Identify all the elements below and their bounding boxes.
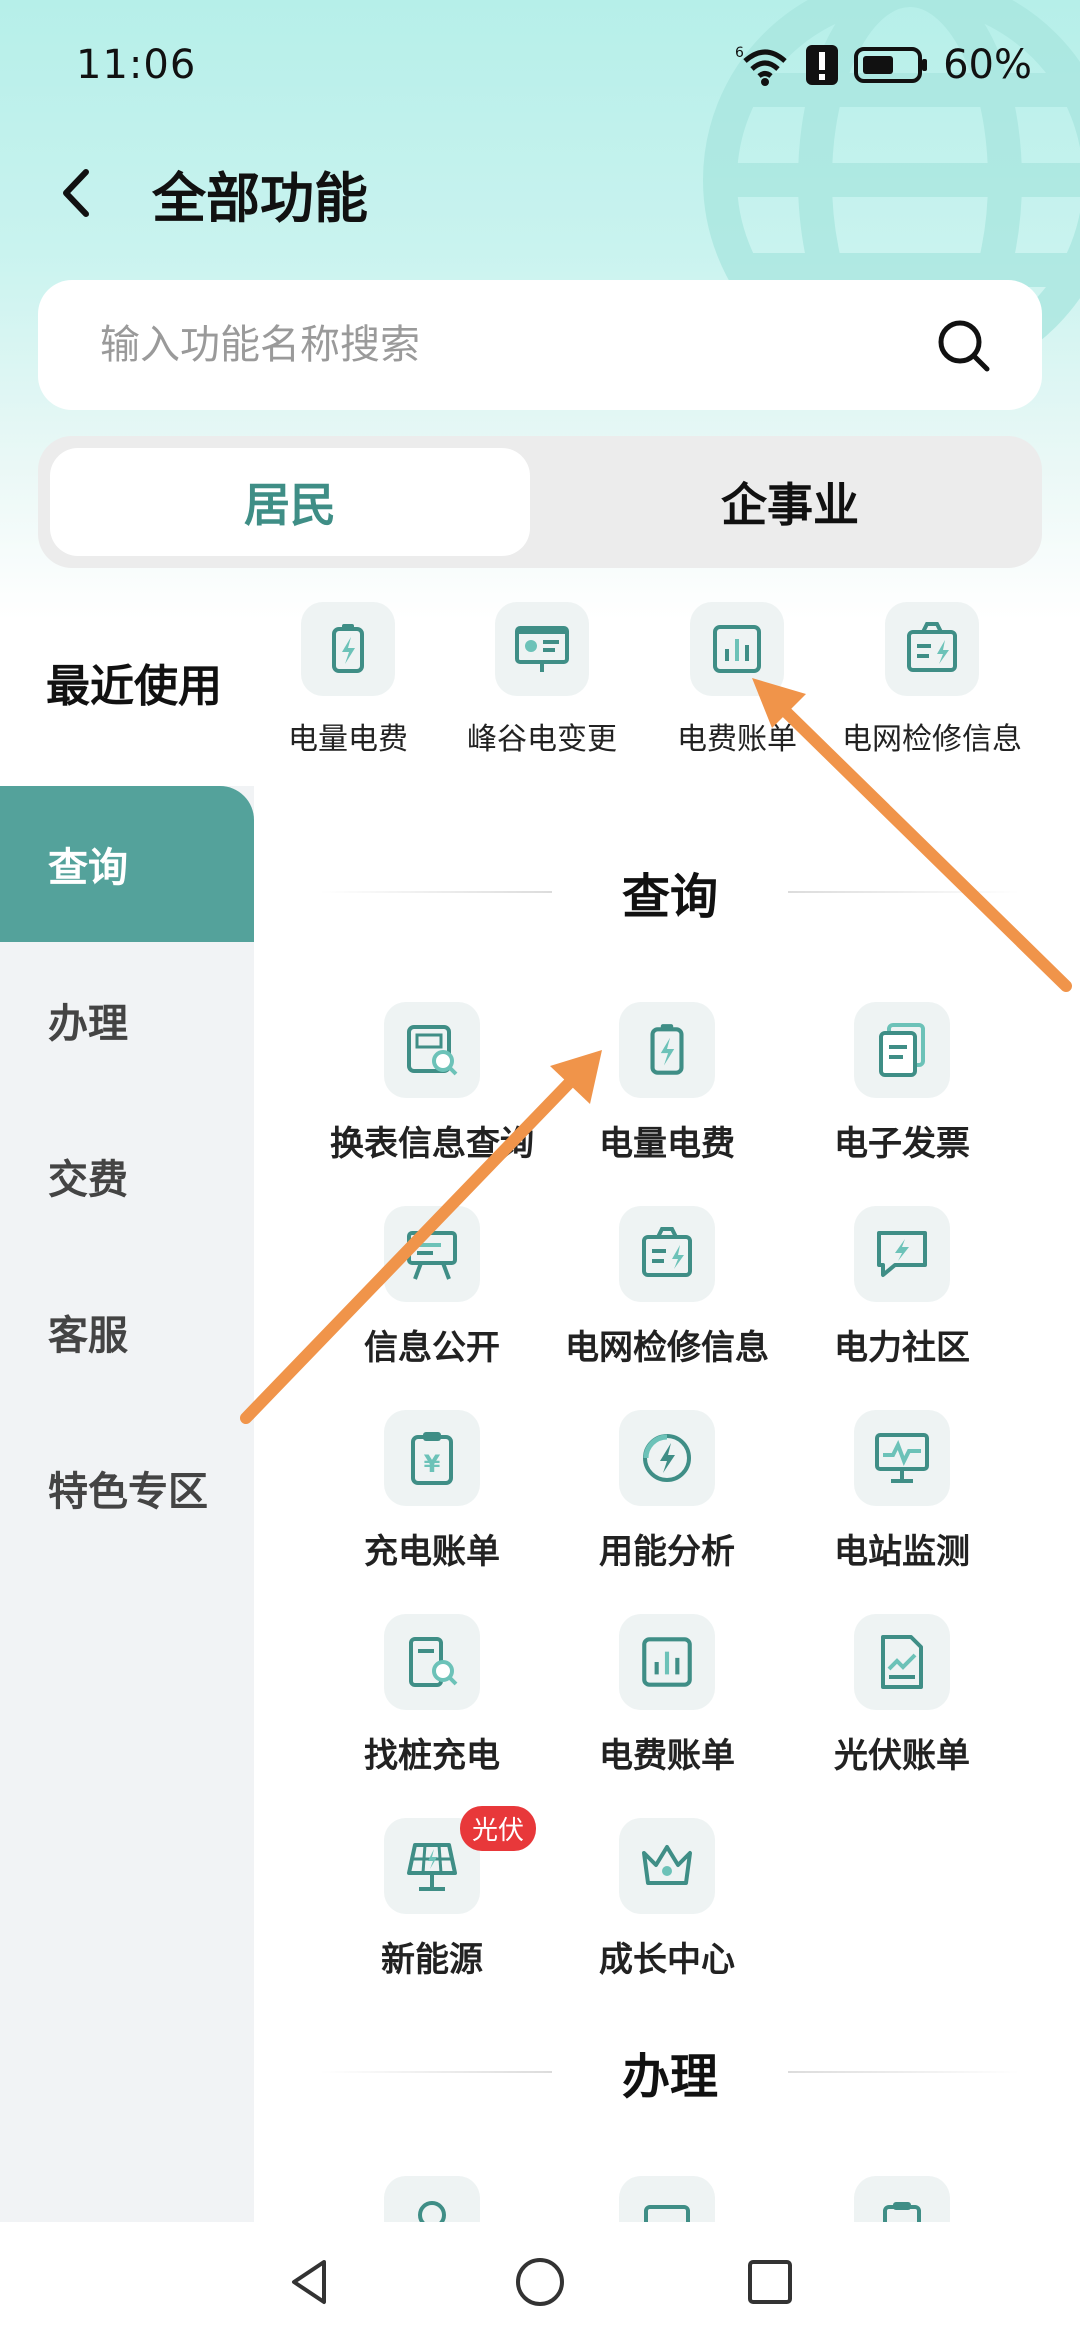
function-item-meter-change-query[interactable]: 换表信息查询 xyxy=(314,1002,550,1165)
function-label: 换表信息查询 xyxy=(330,1124,534,1164)
presentation-board-icon xyxy=(495,602,589,696)
recent-item-label: 电网检修信息 xyxy=(842,722,1022,757)
function-item-e-invoice[interactable]: 电子发票 xyxy=(784,1002,1020,1165)
function-label: 用能分析 xyxy=(599,1532,735,1572)
function-item-pv-bill[interactable]: 光伏账单 xyxy=(784,1614,1020,1777)
function-item-power-community[interactable]: 电力社区 xyxy=(784,1206,1020,1369)
function-item-electricity-bill[interactable]: 电费账单 xyxy=(549,1614,785,1777)
crown-icon xyxy=(619,1818,715,1914)
page-title: 全部功能 xyxy=(152,167,368,230)
sidebar-item-service[interactable]: 客服 xyxy=(0,1254,254,1410)
user-type-switch: 居民 企事业 xyxy=(38,436,1042,568)
recent-item-grid-maintenance[interactable]: 电网检修信息 xyxy=(832,602,1032,758)
section-title: 查询 xyxy=(622,869,719,925)
search-input[interactable] xyxy=(100,280,900,410)
tab-enterprise[interactable]: 企事业 xyxy=(550,448,1030,556)
sidebar-item-handle[interactable]: 办理 xyxy=(0,942,254,1098)
recent-item-label: 电量电费 xyxy=(288,722,408,757)
gauge-bolt-icon xyxy=(619,1410,715,1506)
recent-title: 最近使用 xyxy=(46,661,222,712)
system-nav-bar xyxy=(0,2222,1080,2338)
pv-badge: 光伏 xyxy=(460,1806,537,1851)
status-bar: 11:06 6 60% xyxy=(0,0,1080,140)
sidebar-item-query[interactable]: 查询 xyxy=(0,786,254,942)
tab-resident[interactable]: 居民 xyxy=(50,448,530,556)
alert-icon xyxy=(806,45,839,85)
function-item-new-energy[interactable]: 光伏 新能源 xyxy=(314,1806,550,1981)
function-item-grid-maintenance[interactable]: 电网检修信息 xyxy=(549,1206,785,1369)
nav-home-icon[interactable] xyxy=(510,2252,570,2312)
recent-section: 最近使用 电量电费 峰谷电变更 电费账单 电网检修信息 xyxy=(0,592,1080,782)
battery-icon xyxy=(854,47,928,83)
sidebar-item-featured[interactable]: 特色专区 xyxy=(0,1410,254,1566)
wifi-icon: 6 xyxy=(735,45,787,86)
nav-back-icon[interactable] xyxy=(280,2252,340,2312)
category-sidebar: 查询 办理 交费 客服 特色专区 xyxy=(0,786,254,2222)
function-label: 找桩充电 xyxy=(364,1736,500,1776)
function-label: 新能源 xyxy=(381,1940,483,1980)
back-arrow-icon[interactable] xyxy=(48,158,108,228)
maintenance-icon xyxy=(885,602,979,696)
solar-panel-icon: 光伏 xyxy=(384,1806,537,1914)
function-item-energy-analysis[interactable]: 用能分析 xyxy=(549,1410,785,1573)
recent-item-peak-valley-change[interactable]: 峰谷电变更 xyxy=(442,602,642,758)
function-item-info-disclosure[interactable]: 信息公开 xyxy=(314,1206,550,1369)
battery-bolt-icon xyxy=(619,1002,715,1098)
function-label: 电量电费 xyxy=(599,1124,735,1164)
bar-chart-icon xyxy=(619,1614,715,1710)
divider xyxy=(320,891,552,893)
recent-item-label: 电费账单 xyxy=(677,722,797,757)
section-header-query: 查询 xyxy=(320,852,1021,932)
function-label: 电网检修信息 xyxy=(565,1328,769,1368)
status-icons: 6 60% xyxy=(735,42,1032,88)
search-bar[interactable] xyxy=(38,280,1042,410)
search-icon[interactable] xyxy=(934,316,994,376)
function-label: 电费账单 xyxy=(599,1736,735,1776)
bar-chart-icon xyxy=(690,602,784,696)
sidebar-item-payment[interactable]: 交费 xyxy=(0,1098,254,1254)
recent-item-bill[interactable]: 电费账单 xyxy=(637,602,837,758)
function-label: 电子发票 xyxy=(834,1124,970,1164)
function-item-electricity-fee[interactable]: 电量电费 xyxy=(549,1002,785,1165)
divider xyxy=(788,891,1021,893)
function-item-growth-center[interactable]: 成长中心 xyxy=(549,1818,785,1981)
invoice-icon xyxy=(854,1002,950,1098)
meter-search-icon xyxy=(384,1002,480,1098)
function-item-station-monitoring[interactable]: 电站监测 xyxy=(784,1410,1020,1573)
recent-item-electricity-fee[interactable]: 电量电费 xyxy=(248,602,448,758)
maintenance-icon xyxy=(619,1206,715,1302)
chat-bolt-icon xyxy=(854,1206,950,1302)
section-header-handle: 办理 xyxy=(320,2032,1021,2112)
svg-text:6: 6 xyxy=(735,45,744,61)
easel-icon xyxy=(384,1206,480,1302)
top-nav: 全部功能 xyxy=(0,140,1080,250)
nav-recents-icon[interactable] xyxy=(740,2252,800,2312)
battery-bolt-icon xyxy=(301,602,395,696)
function-label: 电站监测 xyxy=(834,1532,970,1572)
charger-search-icon xyxy=(384,1614,480,1710)
status-time: 11:06 xyxy=(76,42,197,88)
function-item-find-charger[interactable]: 找桩充电 xyxy=(314,1614,550,1777)
function-item-charging-bill[interactable]: ¥ 充电账单 xyxy=(314,1410,550,1573)
pv-document-icon xyxy=(854,1614,950,1710)
function-label: 光伏账单 xyxy=(834,1736,970,1776)
function-label: 充电账单 xyxy=(364,1532,500,1572)
divider xyxy=(320,2071,552,2073)
monitor-icon xyxy=(854,1410,950,1506)
battery-percent: 60% xyxy=(943,42,1032,88)
function-label: 成长中心 xyxy=(599,1940,735,1980)
function-label: 信息公开 xyxy=(364,1328,500,1368)
section-title: 办理 xyxy=(622,2049,719,2105)
recent-item-label: 峰谷电变更 xyxy=(467,722,617,757)
function-label: 电力社区 xyxy=(834,1328,970,1368)
divider xyxy=(788,2071,1021,2073)
svg-text:¥: ¥ xyxy=(424,1450,441,1478)
clipboard-yen-icon: ¥ xyxy=(384,1410,480,1506)
